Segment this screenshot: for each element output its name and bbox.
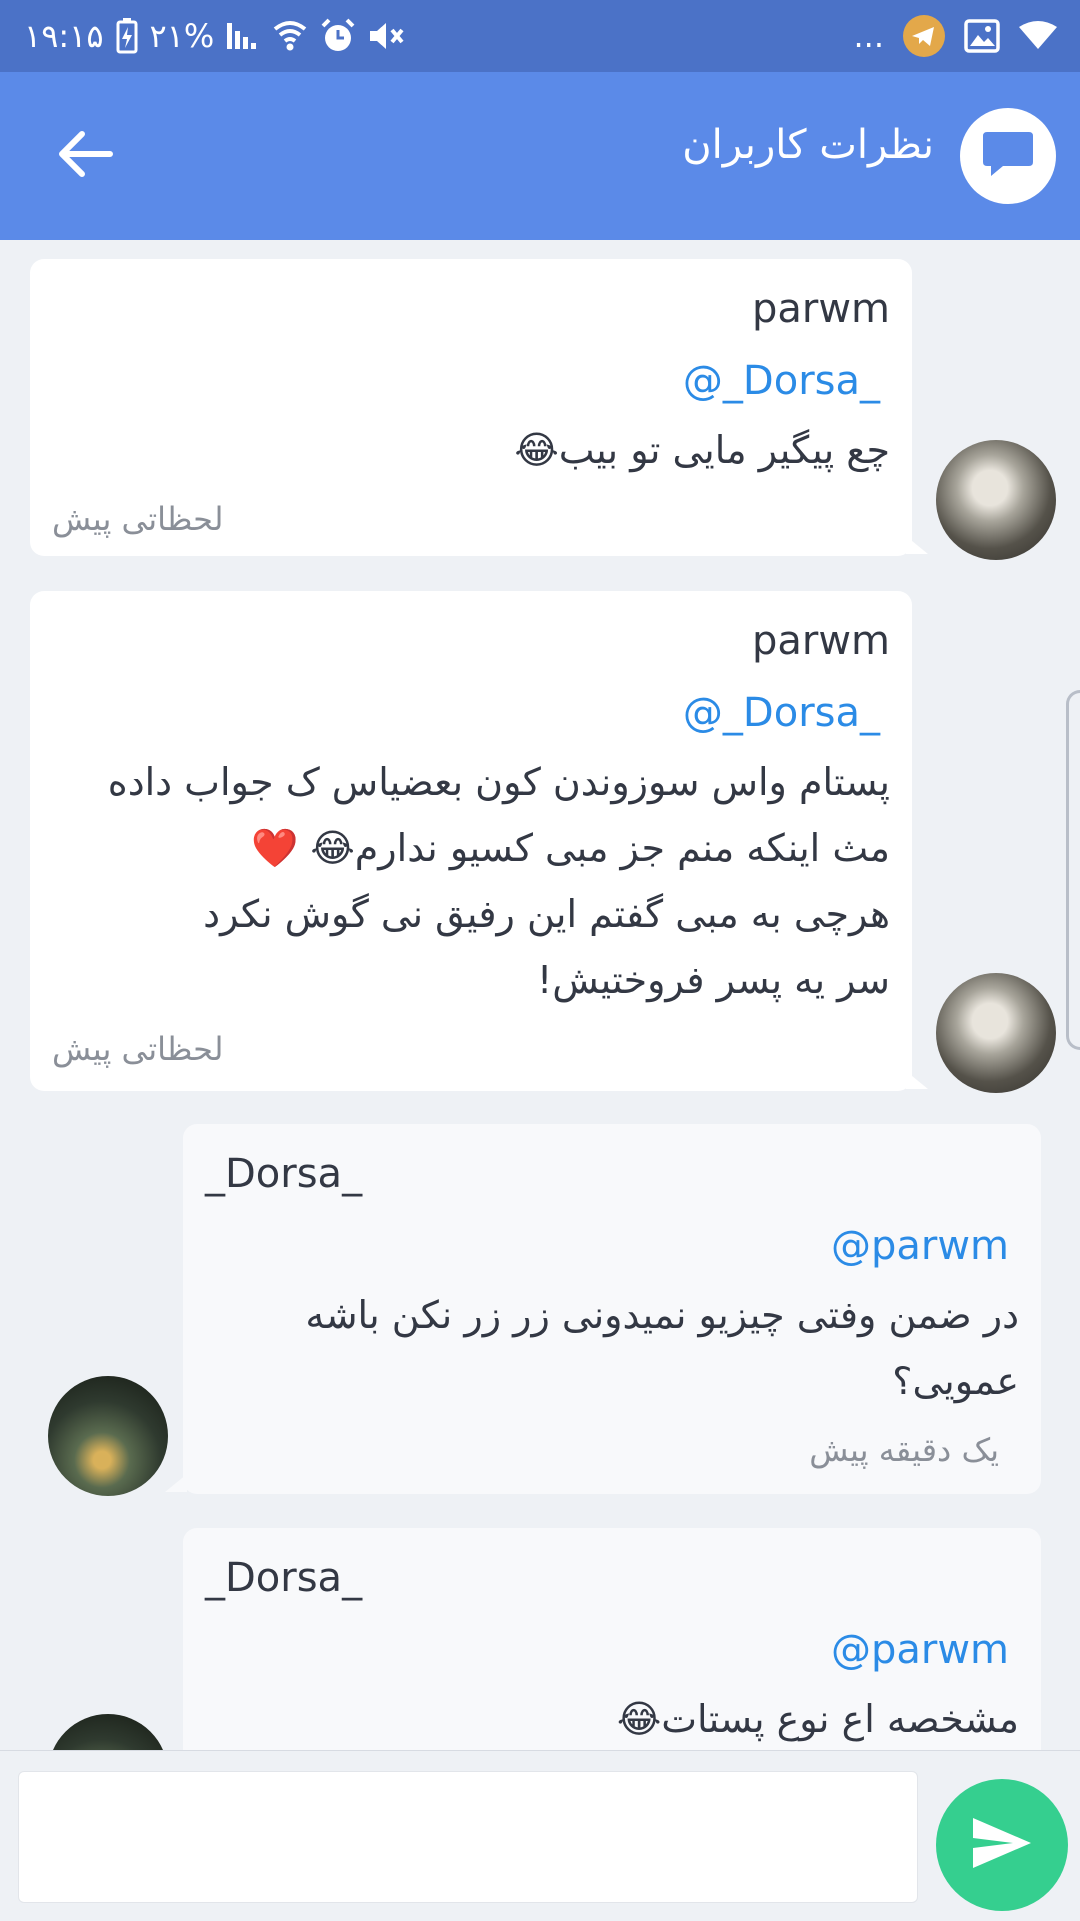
comment-text-line: سر یه پسر فروختیش!	[536, 958, 890, 1002]
comment-time: یک دقیقه پیش	[809, 1431, 999, 1469]
chat-bubble-icon	[981, 128, 1035, 184]
comment-username[interactable]: _Dorsa_	[205, 1138, 1019, 1210]
back-button[interactable]	[46, 116, 126, 196]
avatar[interactable]	[48, 1714, 168, 1750]
send-icon	[969, 1814, 1035, 1876]
comment-time: لحظاتی پیش	[52, 1030, 224, 1068]
battery-charging-icon	[116, 16, 138, 56]
arrow-back-icon	[58, 130, 114, 182]
avatar[interactable]	[936, 973, 1056, 1093]
page-title: نظرات کاربران	[682, 122, 934, 168]
scroll-indicator[interactable]	[1066, 690, 1080, 1050]
comment-text-line: مث اینکه منم جز مبی کسیو ندارم😂 ❤️	[250, 826, 890, 870]
comment-username[interactable]: parwm	[52, 605, 890, 677]
comment-mention[interactable]: @_Dorsa_	[52, 677, 890, 749]
status-bar: ۱۹:۱۵ ۲۱% ...	[0, 0, 1080, 72]
comment-text: چع پیگیر مایی تو بیب😂	[514, 428, 890, 472]
comment-mention[interactable]: @_Dorsa_	[52, 345, 890, 417]
comment-input[interactable]	[18, 1771, 918, 1903]
avatar[interactable]	[936, 440, 1056, 560]
avatar[interactable]	[48, 1376, 168, 1496]
app-logo	[960, 108, 1056, 204]
bubble-tail	[165, 1474, 187, 1492]
image-icon	[964, 16, 1000, 56]
comment-mention[interactable]: @parwm	[205, 1210, 1019, 1282]
alarm-icon	[320, 16, 356, 56]
comment-card: parwm @_Dorsa_ پستام واس سوزوندن کون بعض…	[30, 591, 912, 1091]
mute-icon	[368, 16, 408, 56]
bubble-tail	[906, 536, 928, 554]
comment-card-own: _Dorsa_ @parwm مشخصه اع نوع پستات😂	[183, 1528, 1041, 1750]
comment-text-line: مشخصه اع نوع پستات😂	[616, 1697, 1019, 1741]
status-left: ۱۹:۱۵ ۲۱%	[24, 0, 408, 72]
comment-text-line: عمویی؟	[892, 1359, 1019, 1403]
telegram-icon	[902, 15, 946, 57]
comment-mention[interactable]: @parwm	[205, 1614, 1019, 1686]
comment-card: parwm @_Dorsa_ چع پیگیر مایی تو بیب😂 لحظ…	[30, 259, 912, 556]
battery-percent: ۲۱%	[149, 17, 215, 55]
signal-icon	[226, 16, 260, 56]
comment-time: لحظاتی پیش	[52, 500, 224, 538]
send-button[interactable]	[936, 1779, 1068, 1911]
comment-username[interactable]: _Dorsa_	[205, 1542, 1019, 1614]
comment-text-line: در ضمن وفتی چیزیو نمیدونی زر زر نکن باشه	[305, 1293, 1019, 1337]
wifi-signal-icon	[1018, 16, 1058, 56]
comment-card-own: _Dorsa_ @parwm در ضمن وفتی چیزیو نمیدونی…	[183, 1124, 1041, 1494]
app-bar: نظرات کاربران	[0, 72, 1080, 240]
status-more: ...	[853, 17, 884, 55]
comment-text-line: پستام واس سوزوندن کون بعضیاس ک جواب داده	[107, 760, 890, 804]
bubble-tail	[906, 1071, 928, 1089]
comment-list[interactable]: parwm @_Dorsa_ چع پیگیر مایی تو بیب😂 لحظ…	[0, 240, 1080, 1750]
status-right: ...	[853, 0, 1058, 72]
comment-text-line: هرچی به مبی گفتم این رفیق نی گوش نکرد	[203, 892, 890, 936]
wifi-icon	[272, 16, 308, 56]
composer	[0, 1750, 1080, 1921]
status-time: ۱۹:۱۵	[24, 17, 104, 55]
comment-username[interactable]: parwm	[52, 273, 890, 345]
